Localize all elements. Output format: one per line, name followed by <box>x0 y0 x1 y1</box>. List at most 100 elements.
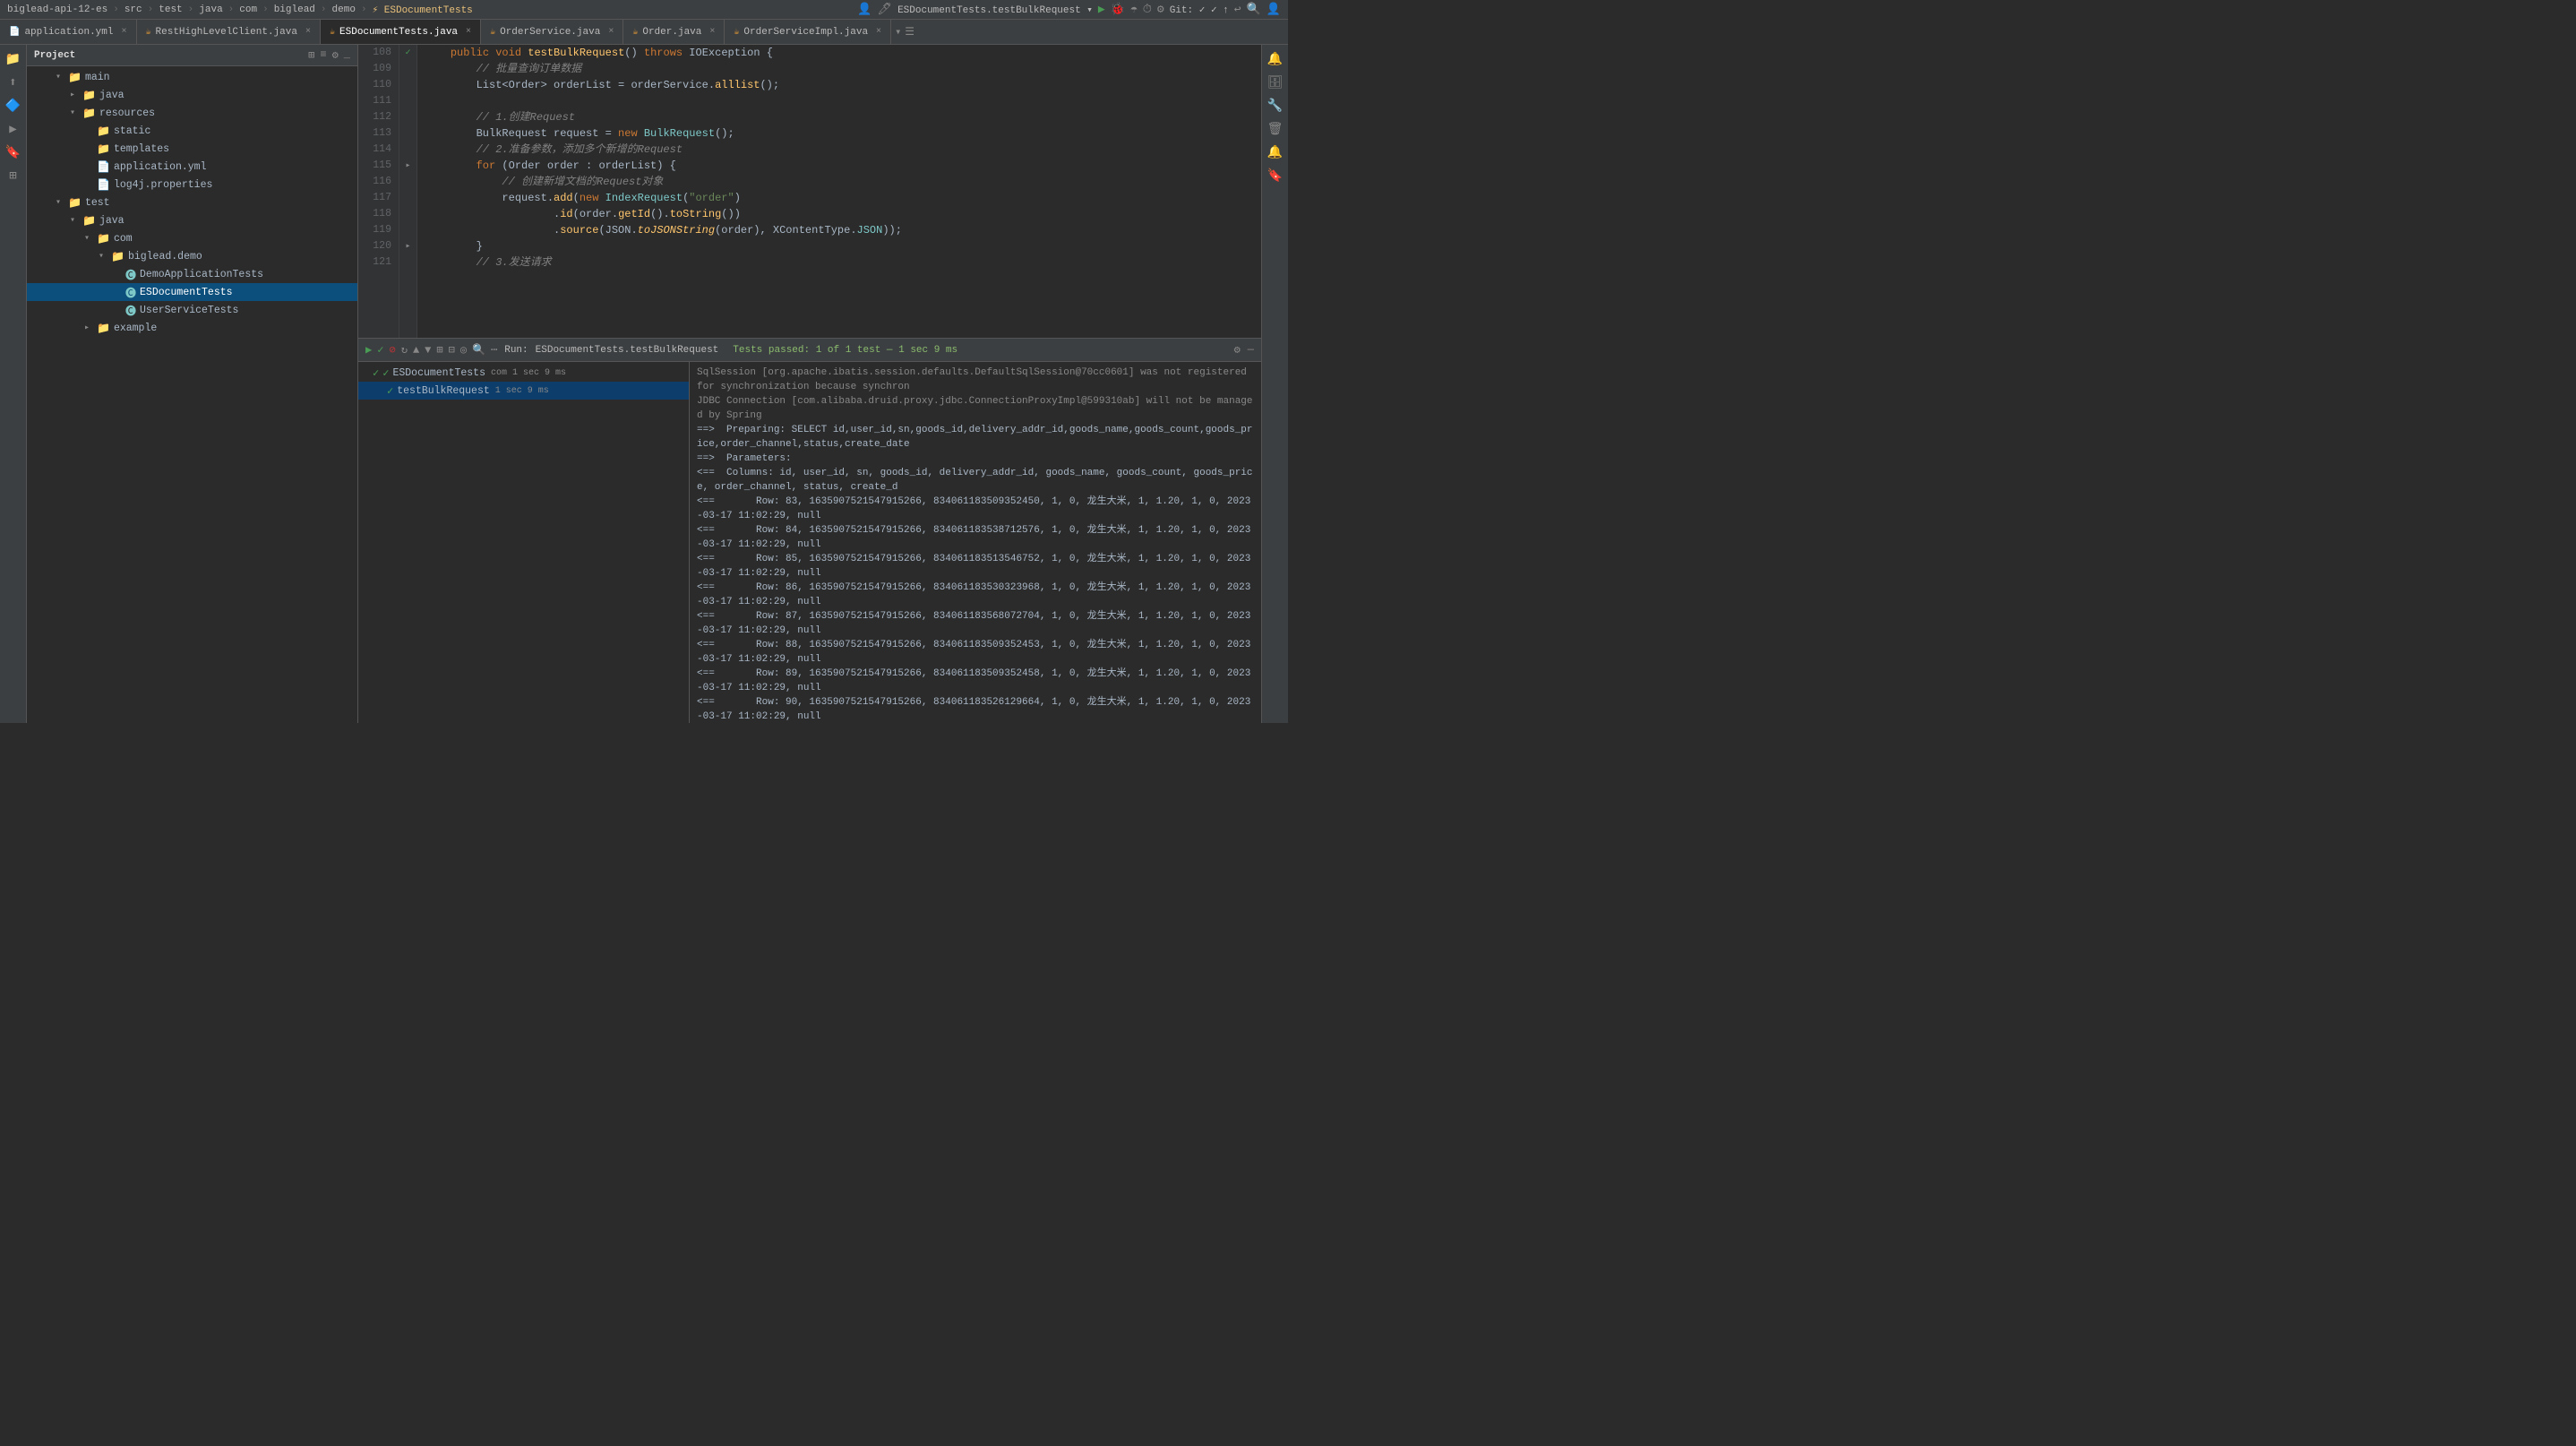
debug-button[interactable]: 🐞 <box>1111 3 1125 16</box>
console-output[interactable]: SqlSession [org.apache.ibatis.session.de… <box>690 362 1261 723</box>
breadcrumb-part[interactable]: com <box>239 4 257 15</box>
user-icon[interactable]: 👤 <box>857 3 872 16</box>
commit-icon[interactable]: ⬆ <box>3 72 24 93</box>
run-button[interactable]: ▶ <box>1098 3 1105 16</box>
tab-close-icon[interactable]: × <box>876 27 881 37</box>
breadcrumb-sep-7: › <box>361 4 367 15</box>
notification-icon[interactable]: 🔔 <box>1265 48 1286 70</box>
run-stop-icon[interactable]: ⊘ <box>389 343 395 357</box>
tab-rest-high-level[interactable]: ☕ RestHighLevelClient.java × <box>137 20 321 45</box>
breadcrumb-part[interactable]: test <box>159 4 182 15</box>
left-sidebar: 📁 ⬆ 🔷 ▶ 🔖 ⊞ <box>0 45 27 723</box>
bookmarks-right-icon[interactable]: 🔖 <box>1265 165 1286 186</box>
test-item-bulk-request[interactable]: ✓ testBulkRequest 1 sec 9 ms <box>358 382 689 400</box>
tab-label: RestHighLevelClient.java <box>156 27 297 38</box>
tree-label: static <box>114 125 150 137</box>
tabs-menu-icon[interactable]: ☰ <box>905 25 914 39</box>
tree-item-main[interactable]: ▾ 📁 main <box>27 68 357 86</box>
tree-item-biglead-demo[interactable]: ▾ 📁 biglead.demo <box>27 247 357 265</box>
run-play-icon[interactable]: ▶ <box>365 343 372 357</box>
test-item-esdocument[interactable]: ✓ ✓ ESDocumentTests com 1 sec 9 ms <box>358 364 689 382</box>
run-minimize-icon[interactable]: — <box>1248 343 1254 357</box>
tree-label: application.yml <box>114 161 207 173</box>
run-scope-icon[interactable]: ◎ <box>460 343 467 357</box>
java-file-icon: ☕ <box>734 27 739 38</box>
java-class-icon: 🅒 <box>125 267 136 282</box>
tree-item-log4j[interactable]: 📄 log4j.properties <box>27 176 357 194</box>
breadcrumb-part[interactable]: biglead-api-12-es <box>7 4 107 15</box>
delete-icon[interactable]: 🗑 <box>1265 118 1286 140</box>
git-icon[interactable]: 🖊 <box>878 3 893 16</box>
avatar-icon[interactable]: 👤 <box>1267 3 1281 16</box>
database-icon[interactable]: 🗄 <box>1265 72 1286 93</box>
undo-icon[interactable]: ↩ <box>1234 3 1241 16</box>
folder-icon: 📁 <box>82 107 96 120</box>
run-test-name[interactable]: ESDocumentTests.testBulkRequest <box>536 345 719 356</box>
tab-close-icon[interactable]: × <box>305 27 311 37</box>
tree-item-user-service-tests[interactable]: 🅒 UserServiceTests <box>27 301 357 319</box>
tree-item-templates[interactable]: 📁 templates <box>27 140 357 158</box>
run-header-icons: ▶ ✓ ⊘ ↻ ▲ ▼ ⊞ ⊟ ◎ 🔍 ⋯ <box>365 343 497 357</box>
code-content[interactable]: public void testBulkRequest() throws IOE… <box>417 45 1261 338</box>
tree-item-application-yml[interactable]: 📄 application.yml <box>27 158 357 176</box>
run-search-icon[interactable]: 🔍 <box>472 343 485 357</box>
run-filter-icon[interactable]: ⊞ <box>436 343 442 357</box>
tab-esdocument-tests[interactable]: ☕ ESDocumentTests.java × <box>321 20 481 45</box>
console-line: ==> Preparing: SELECT id,user_id,sn,good… <box>697 423 1254 452</box>
tree-item-java-main[interactable]: ▸ 📁 java <box>27 86 357 104</box>
code-line-114: // 2.准备参数，添加多个新增的Request <box>425 142 1254 158</box>
tab-close-icon[interactable]: × <box>466 27 471 37</box>
panel-icon-minimize[interactable]: _ <box>344 48 350 62</box>
run-dots-icon[interactable]: ⋯ <box>491 343 497 357</box>
tree-item-test[interactable]: ▾ 📁 test <box>27 194 357 211</box>
notifications-right-icon[interactable]: 🔔 <box>1265 142 1286 163</box>
java-file-icon: ☕ <box>632 27 638 38</box>
tab-application-yml[interactable]: 📄 application.yml × <box>0 20 137 45</box>
tree-item-static[interactable]: 📁 static <box>27 122 357 140</box>
breadcrumb-part[interactable]: src <box>125 4 142 15</box>
more-tabs-icon[interactable]: ▾ <box>895 25 901 39</box>
breadcrumb-part[interactable]: java <box>199 4 222 15</box>
code-line-111 <box>425 93 1254 109</box>
profile-button[interactable]: ⏱ <box>1143 3 1152 16</box>
code-line-116: // 创建新增文档的Request对象 <box>425 174 1254 190</box>
panel-icon-2[interactable]: ≡ <box>320 48 326 62</box>
run-label: Run: <box>504 345 528 356</box>
coverage-button[interactable]: ☂ <box>1130 3 1138 16</box>
breadcrumb-part[interactable]: demo <box>332 4 356 15</box>
terminal-icon[interactable]: ⊞ <box>3 165 24 186</box>
run-check-icon[interactable]: ✓ <box>377 343 383 357</box>
breadcrumb-part[interactable]: biglead <box>274 4 315 15</box>
tree-item-resources[interactable]: ▾ 📁 resources <box>27 104 357 122</box>
editor: 108 109 110 111 112 113 114 115 116 117 … <box>358 45 1261 338</box>
bookmark-icon[interactable]: 🔖 <box>3 142 24 163</box>
run-icon-sidebar[interactable]: ▶ <box>3 118 24 140</box>
gutter: ✓ ▸ ▸ <box>399 45 417 338</box>
panel-icon-1[interactable]: ⊞ <box>308 48 314 62</box>
tab-close-icon[interactable]: × <box>608 27 614 37</box>
tree-item-demo-app-tests[interactable]: 🅒 DemoApplicationTests <box>27 265 357 283</box>
tab-close-icon[interactable]: × <box>709 27 715 37</box>
tree-item-java-test[interactable]: ▾ 📁 java <box>27 211 357 229</box>
run-rerun-icon[interactable]: ↻ <box>401 343 408 357</box>
tab-close-icon[interactable]: × <box>121 27 126 37</box>
panel-icon-gear[interactable]: ⚙ <box>332 48 339 62</box>
project-icon[interactable]: 📁 <box>3 48 24 70</box>
search-icon[interactable]: 🔍 <box>1247 3 1261 16</box>
run-nav-up-icon[interactable]: ▲ <box>413 344 419 357</box>
tree-label: test <box>85 197 110 209</box>
run-sort-icon[interactable]: ⊟ <box>449 343 455 357</box>
tree-item-example[interactable]: ▸ 📁 example <box>27 319 357 337</box>
tab-order-service-impl[interactable]: ☕ OrderServiceImpl.java × <box>725 20 891 45</box>
run-nav-down-icon[interactable]: ▼ <box>425 344 431 357</box>
tab-order-service[interactable]: ☕ OrderService.java × <box>481 20 623 45</box>
settings-icon[interactable]: ⚙ <box>1157 3 1164 16</box>
java-file-icon: ☕ <box>490 27 495 38</box>
tree-item-esdocument-tests[interactable]: 🅒 ESDocumentTests <box>27 283 357 301</box>
structure-icon[interactable]: 🔷 <box>3 95 24 116</box>
run-settings-icon[interactable]: ⚙ <box>1234 343 1241 357</box>
tree-item-com[interactable]: ▾ 📁 com <box>27 229 357 247</box>
java-file-icon: ☕ <box>146 27 151 38</box>
tools-icon[interactable]: 🔧 <box>1265 95 1286 116</box>
tab-order[interactable]: ☕ Order.java × <box>623 20 725 45</box>
